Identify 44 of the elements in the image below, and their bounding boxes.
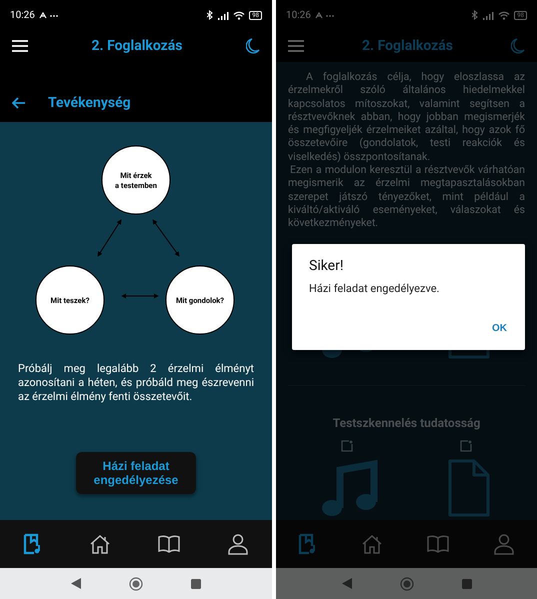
double-arrow xyxy=(121,294,159,298)
section-title: Tevékenység xyxy=(48,95,131,111)
wifi-icon xyxy=(233,10,246,20)
recents-icon[interactable] xyxy=(462,578,472,588)
menu-icon[interactable] xyxy=(12,40,28,52)
bluetooth-icon xyxy=(207,10,214,20)
notification-icons xyxy=(38,11,61,19)
status-time: 10:26 xyxy=(10,10,35,20)
back-icon[interactable] xyxy=(71,578,81,589)
notification-icons xyxy=(314,11,337,19)
instruction-text: Próbálj meg legalább 2 érzelmi élményt azonosítani a héten, és próbáld meg észrevenni az érzelmi élmény fenti összetevőit. xyxy=(17,362,255,404)
bookmark-music-icon[interactable] xyxy=(23,533,43,555)
enable-homework-button[interactable]: Házi feladat engedélyezése xyxy=(76,452,196,494)
back-icon[interactable] xyxy=(342,578,352,589)
signal-icon xyxy=(482,10,494,20)
recents-icon[interactable] xyxy=(191,578,201,588)
open-link-icon[interactable] xyxy=(460,440,472,452)
back-arrow-icon[interactable] xyxy=(12,97,26,109)
ok-button[interactable]: OK xyxy=(488,319,511,338)
double-arrow xyxy=(152,219,180,257)
document-icon[interactable] xyxy=(446,458,491,518)
status-time: 10:26 xyxy=(286,10,311,20)
screen-title: 2. Foglalkozás xyxy=(90,38,184,54)
signal-icon xyxy=(217,10,230,20)
person-icon[interactable] xyxy=(227,533,249,555)
section-heading: Testszkennelés tudatosság xyxy=(332,416,482,430)
screen-title: 2. Foglalkozás xyxy=(361,38,454,54)
wifi-icon xyxy=(498,10,510,20)
home-button-icon[interactable] xyxy=(129,576,143,590)
diagram-node xyxy=(166,266,234,334)
home-icon[interactable] xyxy=(89,533,111,555)
home-button-icon[interactable] xyxy=(400,576,414,590)
diagram-node xyxy=(36,266,104,334)
open-link-icon[interactable] xyxy=(341,440,354,452)
music-note-icon[interactable] xyxy=(322,458,378,518)
description-paragraph: A foglalkozás célja, hogy eloszlassa az érzelmekről szóló általános hiedelmekkel kapcsolatos mítoszokat, valamint segítsen a résztvevőknek abban, hogy jobban megismerjék és megfigyeljék érzelmeiket azáltal, hogy azok fő összetevőire (gondolatok, testi reakciók és viselkedés) összpontosítanak. xyxy=(288,70,525,164)
bluetooth-icon xyxy=(472,10,478,20)
diagram-node xyxy=(102,146,170,214)
description-paragraph: Ezen a modulon keresztül a résztvevők várhatóan megismerik az érzelmi megtapasztalásokban szerepet játszó tényezőket, mint például a kiváltó/aktiváló eseményeket, válaszokat és következményeket. xyxy=(288,163,525,230)
book-icon[interactable] xyxy=(157,534,181,554)
moon-icon[interactable] xyxy=(246,38,260,54)
dialog-message: Házi feladat engedélyezve. xyxy=(309,282,440,295)
double-arrow xyxy=(98,219,122,257)
dialog-title: Siker! xyxy=(309,258,344,274)
